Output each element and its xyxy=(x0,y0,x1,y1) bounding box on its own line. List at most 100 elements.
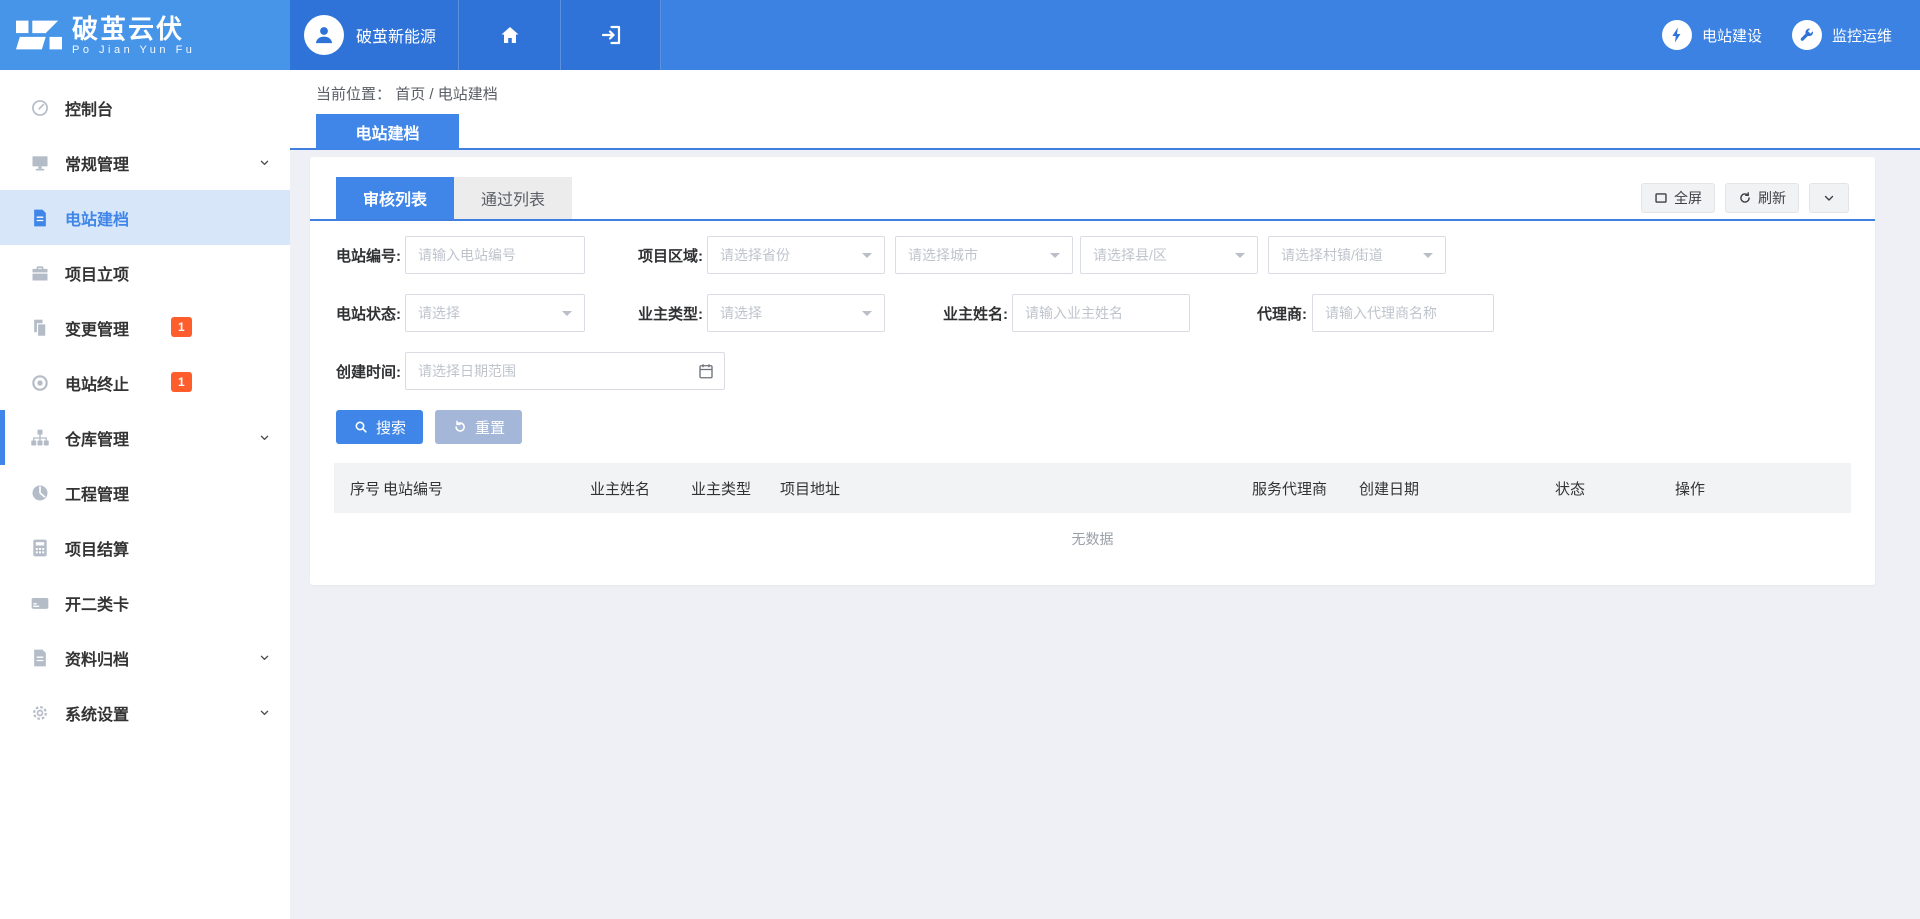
table-header: 序号 电站编号 业主姓名 业主类型 项目地址 服务代理商 创建日期 状态 操作 xyxy=(334,463,1851,513)
sidebar-item-project-settlement[interactable]: 项目结算 xyxy=(0,520,290,575)
calendar-icon xyxy=(697,362,715,380)
brand-logo: 破茧云伏 Po Jian Yun Fu xyxy=(0,0,290,70)
brand-name: 破茧云伏 xyxy=(72,15,195,43)
document-icon xyxy=(30,208,50,228)
col-created-date: 创建日期 xyxy=(1359,478,1555,499)
card-icon xyxy=(30,593,50,613)
pages-icon xyxy=(30,318,50,338)
nav-monitor-ops[interactable]: 监控运维 xyxy=(1792,0,1892,70)
tab-review-list[interactable]: 审核列表 xyxy=(336,177,454,219)
panel-tabs: 审核列表 通过列表 xyxy=(336,177,572,219)
col-station-no: 电站编号 xyxy=(383,478,590,499)
briefcase-icon xyxy=(30,263,50,283)
station-no-input[interactable] xyxy=(405,236,585,274)
owner-type-select[interactable]: 请选择 xyxy=(707,294,885,332)
owner-name-label: 业主姓名: xyxy=(943,303,1007,324)
logout-button[interactable] xyxy=(561,0,661,70)
sidebar-item-station-termination[interactable]: 电站终止 1 xyxy=(0,355,290,410)
wrench-icon xyxy=(1792,20,1822,50)
tab-passed-list[interactable]: 通过列表 xyxy=(454,177,572,219)
caret-down-icon xyxy=(562,311,572,321)
badge-count: 1 xyxy=(171,317,192,337)
city-select[interactable]: 请选择城市 xyxy=(895,236,1073,274)
breadcrumb-strip: 当前位置： 首页 / 电站建档 电站建档 xyxy=(290,70,1920,150)
sidebar-item-data-archive[interactable]: 资料归档 xyxy=(0,630,290,685)
sidebar-item-label: 开二类卡 xyxy=(65,591,129,615)
chevron-down-icon xyxy=(257,705,272,720)
sidebar: 控制台 常规管理 电站建档 项目立项 变更管理 1 xyxy=(0,70,290,919)
search-icon xyxy=(353,419,369,435)
panel-toolbar: 全屏 刷新 xyxy=(1641,183,1849,213)
town-select[interactable]: 请选择村镇/街道 xyxy=(1268,236,1446,274)
nav-station-build-label: 电站建设 xyxy=(1702,25,1762,46)
reset-icon xyxy=(452,419,468,435)
agent-label: 代理商: xyxy=(1255,303,1307,324)
caret-down-icon xyxy=(1235,253,1245,263)
monitor-icon xyxy=(30,153,50,173)
reset-label: 重置 xyxy=(475,417,505,438)
refresh-icon xyxy=(1738,191,1752,205)
search-button[interactable]: 搜索 xyxy=(336,410,423,444)
sidebar-item-project-initiation[interactable]: 项目立项 xyxy=(0,245,290,300)
owner-name-input[interactable] xyxy=(1012,294,1190,332)
col-status: 状态 xyxy=(1555,478,1675,499)
col-index: 序号 xyxy=(350,478,383,499)
caret-down-icon xyxy=(1423,253,1433,263)
sidebar-item-label: 项目立项 xyxy=(65,261,129,285)
home-button[interactable] xyxy=(459,0,561,70)
station-status-select[interactable]: 请选择 xyxy=(405,294,585,332)
sidebar-item-label: 系统设置 xyxy=(65,701,129,725)
caret-down-icon xyxy=(862,311,872,321)
target-icon xyxy=(30,373,50,393)
sidebar-item-engineering-mgmt[interactable]: 工程管理 xyxy=(0,465,290,520)
col-project-address: 项目地址 xyxy=(780,478,1252,499)
fullscreen-button[interactable]: 全屏 xyxy=(1641,183,1715,213)
exit-icon xyxy=(599,23,623,47)
agent-input[interactable] xyxy=(1312,294,1494,332)
topbar-user[interactable]: 破茧新能源 xyxy=(290,0,459,70)
reset-button[interactable]: 重置 xyxy=(435,410,522,444)
sidebar-item-general-mgmt[interactable]: 常规管理 xyxy=(0,135,290,190)
sidebar-item-change-mgmt[interactable]: 变更管理 1 xyxy=(0,300,290,355)
gear-icon xyxy=(30,703,50,723)
sidebar-item-system-settings[interactable]: 系统设置 xyxy=(0,685,290,740)
county-select[interactable]: 请选择县/区 xyxy=(1080,236,1258,274)
topbar-spacer xyxy=(661,0,1662,70)
calculator-icon xyxy=(30,538,50,558)
breadcrumb-prefix: 当前位置： xyxy=(316,86,391,103)
breadcrumb-home[interactable]: 首页 xyxy=(395,86,425,103)
sidebar-item-console[interactable]: 控制台 xyxy=(0,80,290,135)
search-label: 搜索 xyxy=(376,417,406,438)
sidebar-item-label: 项目结算 xyxy=(65,536,129,560)
user-name: 破茧新能源 xyxy=(356,23,436,47)
brand-mark-icon xyxy=(16,16,62,54)
refresh-label: 刷新 xyxy=(1758,188,1786,208)
sidebar-item-label: 工程管理 xyxy=(65,481,129,505)
sidebar-item-label: 常规管理 xyxy=(65,151,129,175)
sidebar-item-label: 变更管理 xyxy=(65,316,129,340)
date-range-input[interactable] xyxy=(405,352,725,390)
breadcrumb-separator: / xyxy=(429,86,437,103)
sidebar-item-warehouse-mgmt[interactable]: 仓库管理 xyxy=(0,410,290,465)
sidebar-item-label: 电站终止 xyxy=(65,371,129,395)
refresh-button[interactable]: 刷新 xyxy=(1725,183,1799,213)
sidebar-item-label: 资料归档 xyxy=(65,646,129,670)
page-tab-station-archive[interactable]: 电站建档 xyxy=(316,114,459,150)
content-panel: 审核列表 通过列表 全屏 刷新 xyxy=(310,157,1875,585)
collapse-button[interactable] xyxy=(1809,183,1849,213)
filter-row-2: 电站状态: 请选择 业主类型: 请选择 业主姓名: 代理商: xyxy=(310,294,1494,332)
sidebar-item-type2-card[interactable]: 开二类卡 xyxy=(0,575,290,630)
created-time-label: 创建时间: xyxy=(336,361,400,382)
caret-down-icon xyxy=(1050,253,1060,263)
sidebar-item-station-archive[interactable]: 电站建档 xyxy=(0,190,290,245)
sidebar-item-label: 控制台 xyxy=(65,96,113,120)
sitemap-icon xyxy=(30,428,50,448)
dashboard-icon xyxy=(30,483,50,503)
user-icon xyxy=(311,22,337,48)
nav-station-build[interactable]: 电站建设 xyxy=(1662,0,1762,70)
province-select[interactable]: 请选择省份 xyxy=(707,236,885,274)
col-service-agent: 服务代理商 xyxy=(1252,478,1359,499)
main-area: 当前位置： 首页 / 电站建档 电站建档 审核列表 通过列表 全屏 刷 xyxy=(290,70,1920,919)
station-no-label: 电站编号: xyxy=(336,245,400,266)
chevron-down-icon xyxy=(257,430,272,445)
